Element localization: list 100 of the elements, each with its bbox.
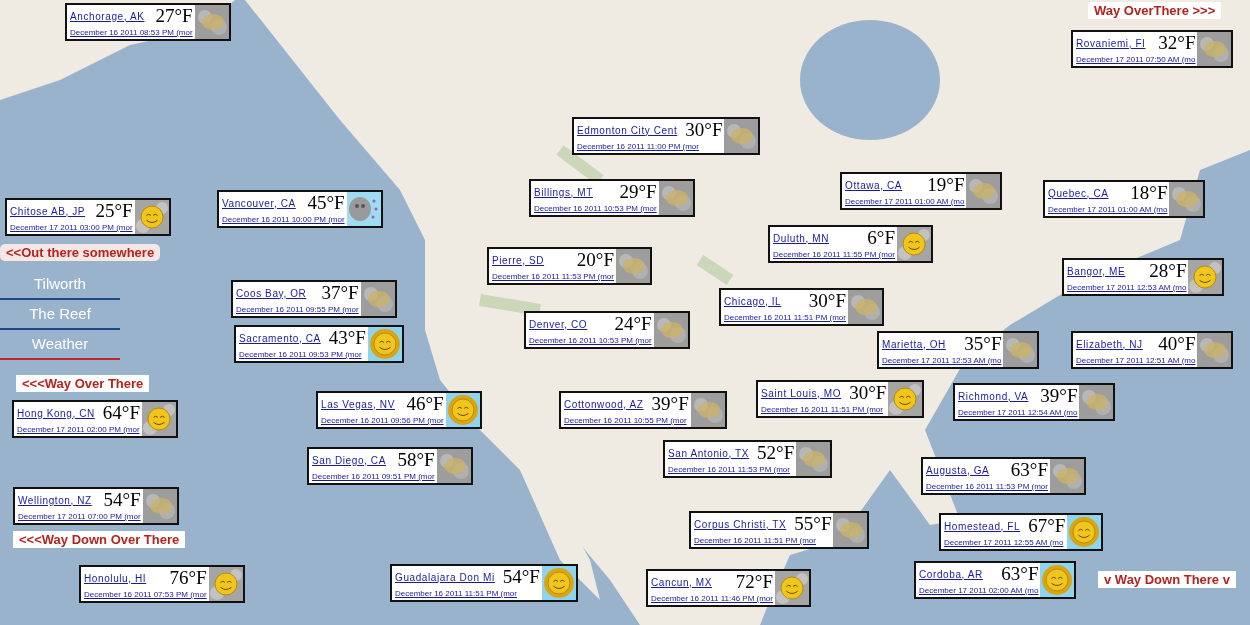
temperature: 55°F bbox=[794, 514, 832, 534]
observation-time-link[interactable]: December 16 2011 11:51 PM (mor bbox=[761, 405, 887, 414]
city-link[interactable]: Guadalajara Don Mi bbox=[395, 571, 495, 583]
city-link[interactable]: Chitose AB, JP bbox=[10, 205, 86, 217]
city-link[interactable]: Cancun, MX bbox=[651, 576, 713, 588]
temperature: 39°F bbox=[651, 394, 689, 414]
city-link[interactable]: Denver, CO bbox=[529, 318, 588, 330]
observation-time-link[interactable]: December 16 2011 11:51 PM (mor bbox=[724, 313, 846, 322]
observation-time-link[interactable]: December 17 2011 03:00 PM (mor bbox=[10, 223, 133, 232]
city-link[interactable]: Duluth, MN bbox=[773, 232, 829, 244]
observation-time-link[interactable]: December 16 2011 11:46 PM (mor bbox=[651, 594, 773, 603]
city-link[interactable]: Vancouver, CA bbox=[222, 197, 296, 209]
city-link[interactable]: Chicago, IL bbox=[724, 295, 782, 307]
city-link[interactable]: San Antonio, TX bbox=[668, 447, 750, 459]
temperature: 29°F bbox=[619, 182, 657, 202]
observation-time-link[interactable]: December 17 2011 02:00 AM (mo bbox=[919, 586, 1039, 595]
temperature: 72°F bbox=[735, 572, 773, 592]
temperature: 45°F bbox=[307, 193, 345, 213]
city-link[interactable]: Edmonton City Cent bbox=[577, 124, 678, 136]
city-link[interactable]: Wellington, NZ bbox=[18, 494, 92, 506]
city-link[interactable]: Las Vegas, NV bbox=[321, 398, 395, 410]
temperature: 76°F bbox=[169, 568, 207, 588]
observation-time-link[interactable]: December 16 2011 10:53 PM (mor bbox=[529, 336, 652, 345]
city-link[interactable]: Hong Kong, CN bbox=[17, 407, 95, 419]
city-link[interactable]: Homestead, FL bbox=[944, 520, 1021, 532]
temperature: 58°F bbox=[397, 450, 435, 470]
temperature: 64°F bbox=[102, 403, 140, 423]
temperature: 46°F bbox=[406, 394, 444, 414]
observation-time-link[interactable]: December 16 2011 07:53 PM (mor bbox=[84, 590, 207, 599]
region-link[interactable]: v Way Down There v bbox=[1098, 571, 1236, 588]
observation-time-link[interactable]: December 17 2011 12:51 AM (mo bbox=[1076, 356, 1196, 365]
temperature: 37°F bbox=[321, 283, 359, 303]
observation-time-link[interactable]: December 17 2011 12:54 AM (mo bbox=[958, 408, 1078, 417]
city-link[interactable]: Pierre, SD bbox=[492, 254, 545, 266]
city-link[interactable]: Billings, MT bbox=[534, 186, 593, 198]
city-link[interactable]: Honolulu, HI bbox=[84, 572, 147, 584]
temperature: 28°F bbox=[1149, 261, 1187, 281]
observation-time-link[interactable]: December 16 2011 10:53 PM (mor bbox=[534, 204, 657, 213]
city-link[interactable]: Rovaniemi, FI bbox=[1076, 37, 1146, 49]
observation-time-link[interactable]: December 16 2011 11:53 PM (mor bbox=[926, 482, 1048, 491]
region-link[interactable]: <<<Way Over There bbox=[16, 375, 150, 392]
temperature: 40°F bbox=[1158, 334, 1196, 354]
city-link[interactable]: Anchorage, AK bbox=[70, 10, 145, 22]
observation-time-link[interactable]: December 16 2011 11:51 PM (mor bbox=[694, 536, 832, 545]
temperature: 67°F bbox=[1028, 516, 1066, 536]
observation-time-link[interactable]: December 16 2011 10:00 PM (mor bbox=[222, 215, 345, 224]
city-link[interactable]: Ottawa, CA bbox=[845, 179, 903, 191]
temperature: 20°F bbox=[576, 250, 614, 270]
observation-time-link[interactable]: December 16 2011 11:55 PM (mor bbox=[773, 250, 895, 259]
region-link[interactable]: <<Out there somewhere bbox=[0, 244, 161, 261]
temperature: 30°F bbox=[849, 383, 887, 403]
temperature: 63°F bbox=[1001, 564, 1039, 584]
temperature: 54°F bbox=[103, 490, 141, 510]
observation-time-link[interactable]: December 17 2011 12:55 AM (mo bbox=[944, 538, 1066, 547]
observation-time-link[interactable]: December 17 2011 07:50 AM (mo bbox=[1076, 55, 1196, 64]
temperature: 35°F bbox=[964, 334, 1002, 354]
city-link[interactable]: Coos Bay, OR bbox=[236, 287, 307, 299]
temperature: 30°F bbox=[685, 120, 723, 140]
observation-time-link[interactable]: December 17 2011 12:53 AM (mo bbox=[882, 356, 1002, 365]
city-link[interactable]: Augusta, GA bbox=[926, 464, 990, 476]
observation-time-link[interactable]: December 16 2011 09:53 PM (mor bbox=[239, 350, 366, 359]
city-link[interactable]: Marietta, OH bbox=[882, 338, 946, 350]
temperature: 6°F bbox=[867, 228, 895, 248]
temperature: 54°F bbox=[502, 567, 540, 587]
city-link[interactable]: Quebec, CA bbox=[1048, 187, 1109, 199]
city-link[interactable]: Cordoba, AR bbox=[919, 568, 983, 580]
observation-time-link[interactable]: December 16 2011 11:00 PM (mor bbox=[577, 142, 723, 151]
temperature: 32°F bbox=[1158, 33, 1196, 53]
temperature: 27°F bbox=[155, 6, 193, 26]
city-link[interactable]: Bangor, ME bbox=[1067, 265, 1126, 277]
city-link[interactable]: Corpus Christi, TX bbox=[694, 518, 787, 530]
observation-time-link[interactable]: December 16 2011 08:53 PM (mor bbox=[70, 28, 193, 37]
observation-time-link[interactable]: December 17 2011 02:00 PM (mor bbox=[17, 425, 140, 434]
city-link[interactable]: Elizabeth, NJ bbox=[1076, 338, 1143, 350]
observation-time-link[interactable]: December 17 2011 12:53 AM (mo bbox=[1067, 283, 1187, 292]
region-link[interactable]: Way OverThere >>> bbox=[1088, 2, 1222, 19]
temperature: 19°F bbox=[927, 175, 965, 195]
temperature: 30°F bbox=[808, 291, 846, 311]
observation-time-link[interactable]: December 16 2011 09:55 PM (mor bbox=[236, 305, 359, 314]
observation-time-link[interactable]: December 17 2011 01:00 AM (mo bbox=[845, 197, 965, 206]
temperature: 43°F bbox=[328, 328, 366, 348]
observation-time-link[interactable]: December 16 2011 10:55 PM (mor bbox=[564, 416, 689, 425]
observation-time-link[interactable]: December 16 2011 09:56 PM (mor bbox=[321, 416, 444, 425]
observation-time-link[interactable]: December 17 2011 07:00 PM (mor bbox=[18, 512, 141, 521]
city-link[interactable]: Richmond, VA bbox=[958, 390, 1029, 402]
city-link[interactable]: San Diego, CA bbox=[312, 454, 386, 466]
observation-time-link[interactable]: December 16 2011 11:53 PM (mor bbox=[492, 272, 614, 281]
region-link[interactable]: <<<Way Down Over There bbox=[13, 531, 186, 548]
temperature: 39°F bbox=[1040, 386, 1078, 406]
temperature: 18°F bbox=[1130, 183, 1168, 203]
city-link[interactable]: Saint Louis, MO bbox=[761, 387, 842, 399]
temperature: 25°F bbox=[95, 201, 133, 221]
observation-time-link[interactable]: December 17 2011 01:00 AM (mo bbox=[1048, 205, 1168, 214]
observation-time-link[interactable]: December 16 2011 11:53 PM (mor bbox=[668, 465, 795, 474]
temperature: 63°F bbox=[1010, 460, 1048, 480]
city-link[interactable]: Cottonwood, AZ bbox=[564, 398, 644, 410]
city-link[interactable]: Sacramento, CA bbox=[239, 332, 321, 344]
observation-time-link[interactable]: December 16 2011 09:51 PM (mor bbox=[312, 472, 435, 481]
temperature: 24°F bbox=[614, 314, 652, 334]
observation-time-link[interactable]: December 16 2011 11:51 PM (mor bbox=[395, 589, 540, 598]
